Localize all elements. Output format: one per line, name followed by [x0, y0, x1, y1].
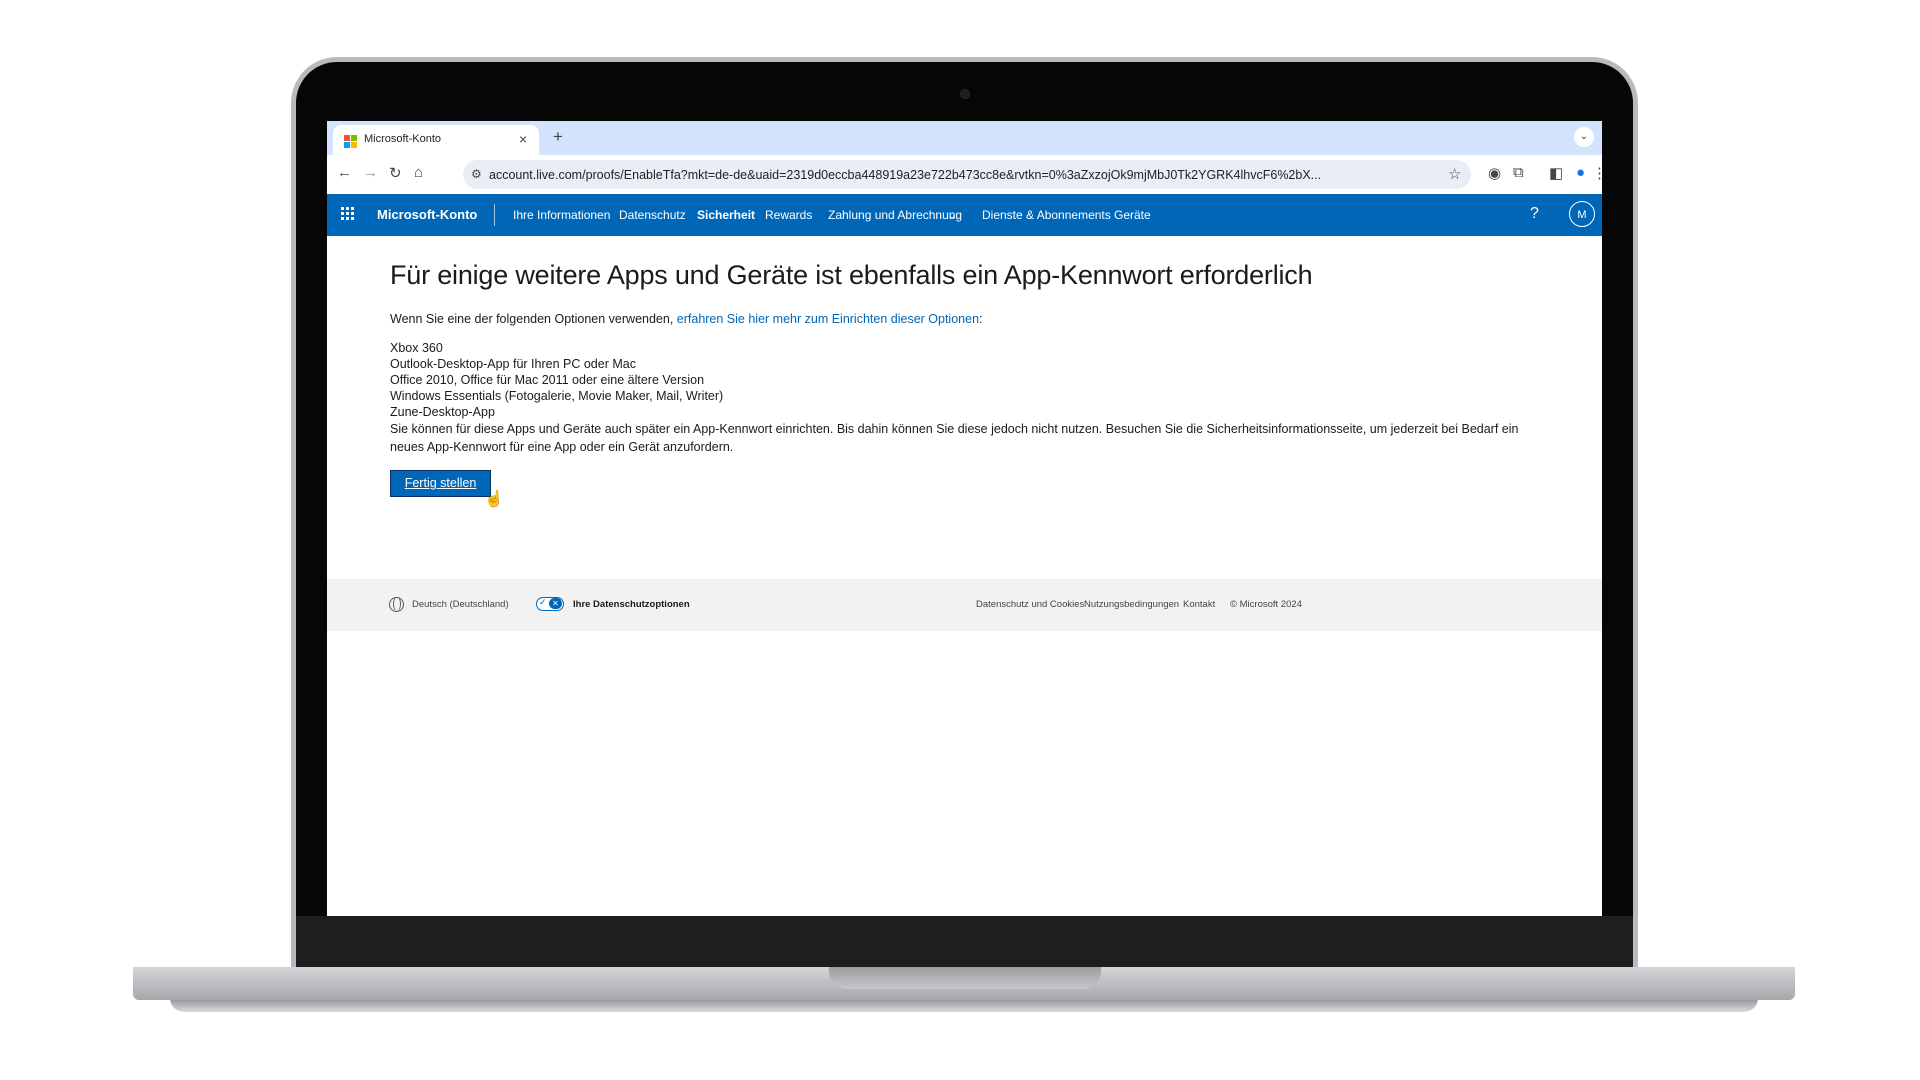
language-selector[interactable]: Deutsch (Deutschland)	[412, 599, 509, 610]
nav-item-sicherheit[interactable]: Sicherheit	[697, 208, 755, 222]
intro-line: Wenn Sie eine der folgenden Optionen ver…	[390, 312, 983, 326]
list-item: Office 2010, Office für Mac 2011 oder ei…	[390, 373, 705, 387]
main-content: Für einige weitere Apps und Geräte ist e…	[390, 260, 1550, 508]
tab-bar: Microsoft-Konto × + ⌄	[327, 121, 1602, 155]
back-icon[interactable]: ←	[337, 164, 352, 181]
laptop-notch	[829, 967, 1101, 989]
screen: Microsoft-Konto × + ⌄ ← → ↻ ⌂ ⚙ account.…	[327, 121, 1602, 916]
globe-icon	[389, 597, 404, 612]
list-item: Xbox 360	[390, 341, 443, 355]
app-launcher-icon[interactable]	[341, 207, 355, 221]
reload-icon[interactable]: ↻	[389, 164, 402, 182]
browser-toolbar: ← → ↻ ⌂ ⚙ account.live.com/proofs/Enable…	[327, 155, 1602, 194]
laptop-chin	[296, 916, 1633, 967]
footer-link-terms[interactable]: Nutzungsbedingungen	[1084, 599, 1179, 610]
nav-item-zahlung[interactable]: Zahlung und Abrechnung	[828, 208, 962, 222]
laptop-base-shadow	[170, 998, 1758, 1012]
webcam	[960, 89, 970, 99]
forward-icon[interactable]: →	[363, 164, 378, 181]
side-panel-icon[interactable]: ◧	[1549, 164, 1563, 182]
list-item: Outlook-Desktop-App für Ihren PC oder Ma…	[390, 357, 636, 371]
chevron-down-icon[interactable]: ⌄	[947, 208, 957, 222]
nav-brand[interactable]: Microsoft-Konto	[377, 207, 477, 222]
footer-link-contact[interactable]: Kontakt	[1183, 599, 1215, 610]
nav-item-rewards[interactable]: Rewards	[765, 208, 812, 222]
url-text: account.live.com/proofs/EnableTfa?mkt=de…	[489, 168, 1322, 182]
avatar[interactable]: M	[1569, 201, 1595, 227]
finish-button[interactable]: Fertig stellen	[390, 470, 491, 497]
tab-close-icon[interactable]: ×	[519, 131, 527, 147]
app-list: Xbox 360 Outlook-Desktop-App für Ihren P…	[390, 340, 723, 420]
nav-divider	[494, 204, 495, 226]
bookmark-star-icon[interactable]: ☆	[1448, 165, 1461, 183]
extensions-puzzle-icon[interactable]: ⧉	[1513, 164, 1524, 181]
nav-item-dienste[interactable]: Dienste & Abonnements	[982, 208, 1111, 222]
home-icon[interactable]: ⌂	[414, 164, 423, 181]
page-title: Für einige weitere Apps und Geräte ist e…	[390, 260, 1313, 290]
microsoft-logo-icon	[344, 135, 357, 148]
nav-item-geraete[interactable]: Geräte	[1114, 208, 1151, 222]
nav-item-ihre-informationen[interactable]: Ihre Informationen	[513, 208, 610, 222]
list-item: Zune-Desktop-App	[390, 405, 495, 419]
page-footer: Deutsch (Deutschland) ✓ ✕ Ihre Datenschu…	[327, 579, 1602, 631]
intro-text: Wenn Sie eine der folgenden Optionen ver…	[390, 312, 677, 326]
tab-title: Microsoft-Konto	[364, 133, 442, 145]
profile-icon[interactable]: ●	[1576, 164, 1585, 181]
footer-link-privacy[interactable]: Datenschutz und Cookies	[976, 599, 1084, 610]
copyright: © Microsoft 2024	[1230, 599, 1302, 610]
nav-item-datenschutz[interactable]: Datenschutz	[619, 208, 686, 222]
privacy-choices-link[interactable]: Ihre Datenschutzoptionen	[573, 599, 690, 610]
browser-tab[interactable]: Microsoft-Konto ×	[333, 125, 539, 155]
new-tab-button[interactable]: +	[553, 127, 563, 147]
help-icon[interactable]: ?	[1530, 205, 1539, 223]
menu-kebab-icon[interactable]: ⋮	[1592, 164, 1602, 182]
info-paragraph: Sie können für diese Apps und Geräte auc…	[390, 422, 1519, 454]
address-bar[interactable]: ⚙ account.live.com/proofs/EnableTfa?mkt=…	[463, 160, 1471, 189]
intro-end: :	[979, 312, 983, 326]
hand-cursor-icon: ☝	[484, 491, 504, 508]
extension-badge-icon[interactable]: ◉	[1488, 164, 1501, 182]
list-item: Windows Essentials (Fotogalerie, Movie M…	[390, 389, 724, 403]
tab-search-button[interactable]: ⌄	[1574, 127, 1594, 147]
privacy-choices-toggle-icon[interactable]: ✓ ✕	[536, 597, 564, 611]
learn-more-link[interactable]: erfahren Sie hier mehr zum Einrichten di…	[677, 312, 979, 326]
account-nav: Microsoft-Konto Ihre Informationen Daten…	[327, 194, 1602, 236]
site-info-icon[interactable]: ⚙	[471, 167, 482, 181]
